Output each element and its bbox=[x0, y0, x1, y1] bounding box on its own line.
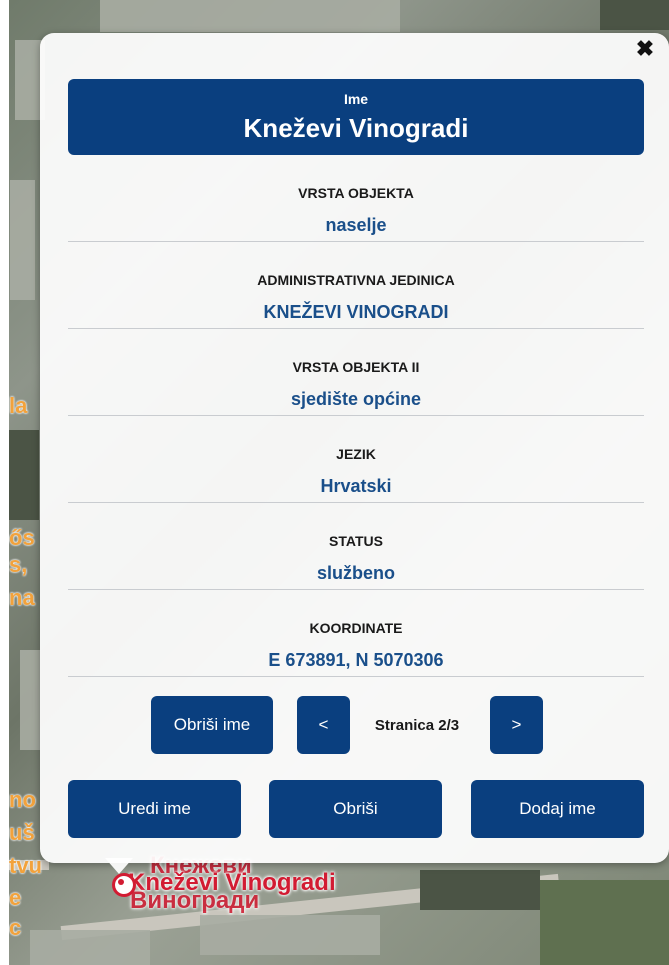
field-language: JEZIK Hrvatski bbox=[68, 444, 644, 503]
map-building bbox=[20, 650, 40, 750]
field-value: službeno bbox=[316, 563, 395, 583]
field-value: E 673891, N 5070306 bbox=[268, 650, 444, 670]
delete-name-button[interactable]: Obriši ime bbox=[151, 696, 273, 754]
map-label: uš bbox=[9, 820, 35, 845]
map-label: c bbox=[9, 915, 22, 940]
field-object-type-ii: VRSTA OBJEKTA II sjedište općine bbox=[68, 357, 644, 416]
field-coordinates: KOORDINATE E 673891, N 5070306 bbox=[68, 618, 644, 677]
map-left-edge bbox=[0, 0, 9, 965]
name-value: Kneževi Vinogradi bbox=[243, 113, 469, 143]
field-value: KNEŽEVI VINOGRADI bbox=[263, 302, 449, 322]
feature-popup: ✖ Ime Kneževi Vinogradi VRSTA OBJEKTA na… bbox=[40, 33, 669, 863]
map-shadow bbox=[600, 0, 669, 30]
map-shadow bbox=[420, 870, 540, 910]
map-green-area bbox=[540, 880, 669, 965]
location-pin-icon[interactable] bbox=[112, 873, 136, 897]
name-label: Ime bbox=[343, 91, 369, 107]
field-value: sjedište općine bbox=[290, 389, 422, 409]
map-building bbox=[100, 0, 400, 32]
field-admin-unit: ADMINISTRATIVNA JEDINICA KNEŽEVI VINOGRA… bbox=[68, 270, 644, 329]
field-label: VRSTA OBJEKTA II bbox=[292, 359, 420, 375]
name-header: Ime Kneževi Vinogradi bbox=[68, 79, 644, 155]
map-label: ős bbox=[9, 525, 35, 550]
field-label: VRSTA OBJEKTA bbox=[298, 185, 414, 201]
map-shadow bbox=[9, 430, 39, 520]
map-label: e bbox=[9, 885, 22, 910]
delete-button[interactable]: Obriši bbox=[269, 780, 442, 838]
close-icon[interactable]: ✖ bbox=[635, 38, 655, 60]
field-value: naselje bbox=[325, 215, 387, 235]
map-building bbox=[200, 915, 380, 955]
field-label: ADMINISTRATIVNA JEDINICA bbox=[257, 272, 455, 288]
field-label: JEZIK bbox=[336, 446, 376, 462]
map-label-cyrillic-bottom: Виногради bbox=[130, 887, 260, 914]
map-label: no bbox=[9, 787, 36, 812]
map-building bbox=[30, 930, 150, 965]
field-value: Hrvatski bbox=[320, 476, 392, 496]
field-label: KOORDINATE bbox=[309, 620, 403, 636]
page-indicator: Stranica 2/3 bbox=[374, 716, 460, 734]
map-label: s, bbox=[9, 552, 28, 577]
map-label: na bbox=[9, 585, 35, 610]
field-object-type: VRSTA OBJEKTA naselje bbox=[68, 183, 644, 242]
previous-page-button[interactable]: < bbox=[297, 696, 350, 754]
field-status: STATUS službeno bbox=[68, 531, 644, 590]
map-building bbox=[10, 180, 35, 300]
map-label: la bbox=[9, 393, 28, 418]
popup-pointer bbox=[105, 858, 133, 874]
edit-name-button[interactable]: Uredi ime bbox=[68, 780, 241, 838]
add-name-button[interactable]: Dodaj ime bbox=[471, 780, 644, 838]
map-label: tvu bbox=[9, 853, 42, 878]
field-label: STATUS bbox=[329, 533, 383, 549]
next-page-button[interactable]: > bbox=[490, 696, 543, 754]
